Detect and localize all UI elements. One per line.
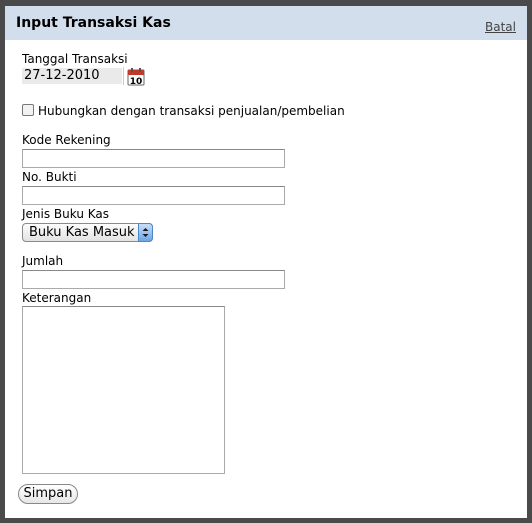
link-transaction-label: Hubungkan dengan transaksi penjualan/pem… <box>38 104 345 118</box>
select-arrows-icon <box>138 223 153 242</box>
save-button[interactable]: Simpan <box>18 484 78 504</box>
calendar-icon[interactable]: 10 <box>127 68 145 86</box>
dialog-title: Input Transaksi Kas <box>16 15 171 31</box>
date-label: Tanggal Transaksi <box>22 52 128 66</box>
amount-label: Jumlah <box>22 254 64 268</box>
amount-input[interactable] <box>22 270 285 289</box>
cashbook-type-select[interactable]: Buku Kas Masuk <box>22 223 153 242</box>
proof-number-label: No. Bukti <box>22 170 77 184</box>
transaction-dialog: Input Transaksi Kas Batal Tanggal Transa… <box>5 6 527 518</box>
account-code-input[interactable] <box>22 149 285 168</box>
proof-number-input[interactable] <box>22 186 285 205</box>
cancel-link[interactable]: Batal <box>485 20 516 34</box>
cashbook-type-label: Jenis Buku Kas <box>22 207 110 221</box>
dialog-header: Input Transaksi Kas Batal <box>5 6 527 40</box>
notes-label: Keterangan <box>22 291 92 305</box>
notes-textarea[interactable] <box>22 306 225 474</box>
link-transaction-checkbox[interactable] <box>22 104 34 116</box>
cashbook-type-selected: Buku Kas Masuk <box>29 225 135 240</box>
calendar-day-text: 10 <box>130 77 143 86</box>
account-code-label: Kode Rekening <box>22 133 111 147</box>
date-field[interactable]: 27-12-2010 <box>22 68 122 84</box>
